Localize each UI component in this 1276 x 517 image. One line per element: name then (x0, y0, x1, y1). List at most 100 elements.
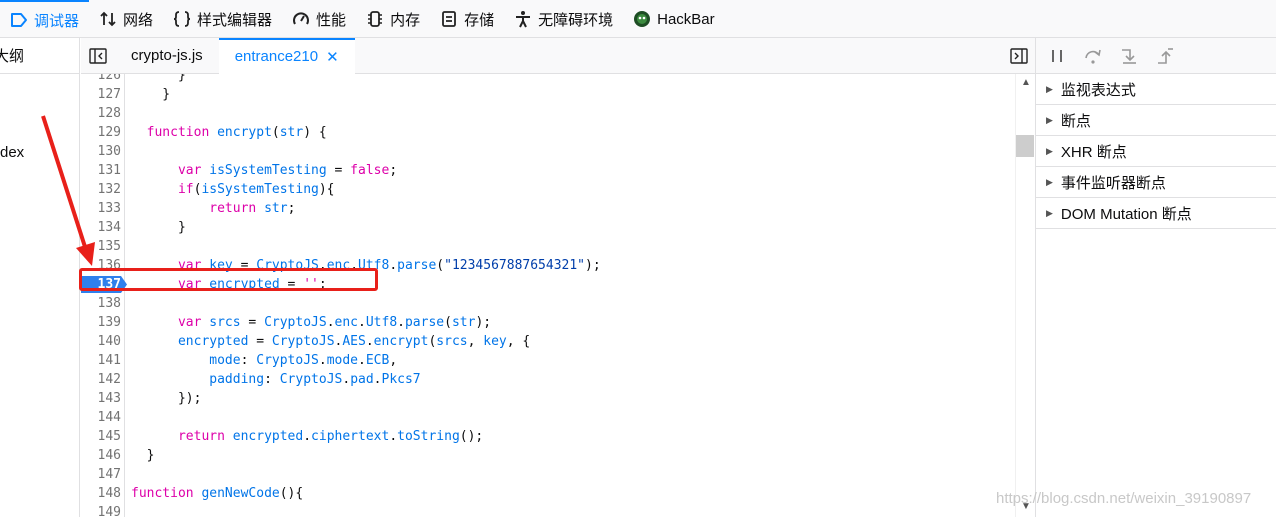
code-token: . (358, 315, 366, 330)
code-token: = (326, 163, 351, 178)
tab-storage[interactable]: 存储 (430, 0, 504, 38)
scroll-up-icon[interactable]: ▲ (1020, 78, 1032, 88)
source-tab-crypto-js[interactable]: crypto-js.js (115, 38, 219, 74)
event-listener-breakpoints-section[interactable]: ▶ 事件监听器断点 (1036, 167, 1276, 198)
tab-performance[interactable]: 性能 (282, 0, 356, 38)
breakpoints-section[interactable]: ▶ 断点 (1036, 105, 1276, 136)
line-number[interactable]: 148 (81, 484, 121, 503)
scrollbar-thumb[interactable] (1016, 135, 1034, 157)
tab-storage-label: 存储 (464, 11, 495, 29)
line-number[interactable]: 134 (81, 218, 121, 237)
line-number[interactable]: 135 (81, 237, 121, 256)
code-token: . (389, 258, 398, 273)
code-token: genNewCode (201, 486, 280, 501)
gauge-icon (293, 12, 310, 25)
tab-memory[interactable]: 内存 (356, 0, 430, 38)
line-number[interactable]: 126 (81, 74, 121, 85)
outline-title[interactable]: 大纲 (0, 45, 24, 66)
step-over-icon (1085, 49, 1101, 64)
code-token: ECB (365, 353, 390, 368)
code-token: , (389, 353, 398, 368)
close-icon[interactable]: ✕ (326, 48, 339, 66)
line-number[interactable]: 146 (81, 446, 121, 465)
line-number[interactable]: 142 (81, 370, 121, 389)
code-token: srcs (209, 315, 241, 330)
line-number[interactable]: 129 (81, 123, 121, 142)
code-token: encrypt (373, 334, 429, 349)
line-number[interactable]: 138 (81, 294, 121, 313)
code-token: return (209, 201, 257, 216)
braces-icon (173, 11, 191, 27)
code-text: } (131, 218, 186, 237)
line-number[interactable]: 144 (81, 408, 121, 427)
code-token: ); (585, 258, 601, 273)
code-token: function (131, 486, 194, 501)
section-label: DOM Mutation 断点 (1060, 205, 1192, 223)
source-tab-label: entrance210 (234, 48, 319, 65)
devtools-toolbar: 调试器 网络 样式编辑器 性能 内存 存储 无障碍环境 HackBar (0, 0, 1276, 38)
line-number[interactable]: 130 (81, 142, 121, 161)
line-number[interactable]: 132 (81, 180, 121, 199)
outline-item[interactable]: dex (0, 144, 24, 161)
code-token: } (131, 220, 186, 235)
code-token: CryptoJS (256, 353, 319, 368)
network-icon (100, 11, 116, 27)
tab-style-editor[interactable]: 样式编辑器 (163, 0, 282, 38)
code-line: 147 (81, 465, 1015, 484)
line-number[interactable]: 149 (81, 503, 121, 517)
code-token: CryptoJS (271, 334, 335, 349)
line-number[interactable]: 141 (81, 351, 121, 370)
tab-debugger[interactable]: 调试器 (0, 0, 90, 38)
source-tab-label: crypto-js.js (131, 47, 203, 64)
line-number[interactable]: 131 (81, 161, 121, 180)
code-token: Pkcs7 (381, 372, 421, 387)
code-token: . (373, 372, 382, 387)
expand-triangle-icon: ▶ (1046, 207, 1053, 218)
line-number[interactable]: 133 (81, 199, 121, 218)
code-token: str (279, 125, 304, 140)
code-token: ( (444, 315, 452, 330)
dom-mutation-breakpoints-section[interactable]: ▶ DOM Mutation 断点 (1036, 198, 1276, 229)
watch-expressions-section[interactable]: ▶ 监视表达式 (1036, 74, 1276, 105)
outline-panel: 大纲 dex (0, 38, 80, 517)
line-number[interactable]: 145 (81, 427, 121, 446)
line-number[interactable]: 147 (81, 465, 121, 484)
xhr-breakpoints-section[interactable]: ▶ XHR 断点 (1036, 136, 1276, 167)
code-line: 132 if(isSystemTesting){ (81, 180, 1015, 199)
toggle-sources-pane-button[interactable] (81, 38, 115, 74)
line-number[interactable]: 143 (81, 389, 121, 408)
code-token: CryptoJS (264, 315, 327, 330)
code-token: , { (506, 334, 531, 349)
debugger-controls (1036, 38, 1276, 74)
step-out-button[interactable] (1154, 45, 1176, 67)
code-token: srcs (436, 334, 468, 349)
source-tab-entrance210[interactable]: entrance210 ✕ (218, 37, 355, 74)
line-number[interactable]: 139 (81, 313, 121, 332)
editor-scrollbar[interactable]: ▲ ▼ (1015, 74, 1035, 517)
code-token: var (177, 163, 202, 178)
code-line: 138 (81, 294, 1015, 313)
line-number[interactable]: 127 (81, 85, 121, 104)
toggle-debugger-pane-icon[interactable] (1009, 46, 1029, 66)
code-line: 130 (81, 142, 1015, 161)
code-token: parse (397, 258, 437, 273)
line-number[interactable]: 140 (81, 332, 121, 351)
pause-button[interactable] (1046, 45, 1068, 67)
accessibility-icon (516, 11, 531, 28)
code-line: 142 padding: CryptoJS.pad.Pkcs7 (81, 370, 1015, 389)
expand-triangle-icon: ▶ (1046, 114, 1053, 125)
step-in-button[interactable] (1118, 45, 1140, 67)
step-over-button[interactable] (1082, 45, 1104, 67)
tab-network[interactable]: 网络 (89, 0, 163, 38)
line-number[interactable]: 128 (81, 104, 121, 123)
tab-hackbar[interactable]: HackBar (623, 0, 725, 38)
storage-icon (442, 11, 456, 27)
code-editor[interactable]: 126 } 127 } 128 129 function encrypt(str) {… (81, 74, 1015, 517)
tab-accessibility[interactable]: 无障碍环境 (504, 0, 623, 38)
